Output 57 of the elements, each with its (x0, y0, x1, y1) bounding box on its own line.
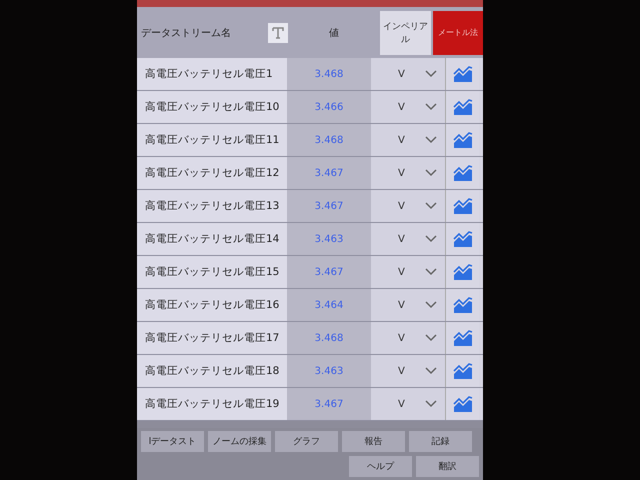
chevron-down-icon (425, 367, 437, 375)
chart-icon (452, 362, 472, 380)
stream-value: 3.467 (287, 256, 371, 288)
chevron-down-icon (425, 70, 437, 78)
stream-value: 3.467 (287, 190, 371, 222)
chevron-down-icon (425, 301, 437, 309)
text-icon (271, 26, 286, 40)
stream-value: 3.468 (287, 58, 371, 90)
stream-value: 3.463 (287, 355, 371, 387)
text-size-button[interactable] (268, 22, 288, 42)
chevron-down-icon (425, 334, 437, 342)
footer-button[interactable]: ヘルプ (349, 456, 412, 477)
stream-value: 3.467 (287, 157, 371, 189)
stream-name: 高電圧バッテリセル電圧11 (137, 124, 287, 156)
stream-name: 高電圧バッテリセル電圧18 (137, 355, 287, 387)
chart-icon (452, 296, 472, 314)
stream-name: 高電圧バッテリセル電圧14 (137, 223, 287, 255)
chart-icon (452, 230, 472, 248)
stream-name: 高電圧バッテリセル電圧10 (137, 91, 287, 123)
stream-name: 高電圧バッテリセル電圧16 (137, 289, 287, 321)
stream-name: 高電圧バッテリセル電圧13 (137, 190, 287, 222)
stream-value: 3.467 (287, 388, 371, 420)
chart-icon (452, 197, 472, 215)
chart-icon (452, 65, 472, 83)
column-header: データストリーム名 (140, 26, 232, 40)
stream-value: 3.464 (287, 289, 371, 321)
footer-button[interactable]: 報告 (342, 431, 405, 452)
chart-icon (452, 329, 472, 347)
chart-icon (452, 395, 472, 413)
stream-name: 高電圧バッテリセル電圧19 (137, 388, 287, 420)
chevron-down-icon (425, 235, 437, 243)
footer-button[interactable]: 記録 (409, 431, 472, 452)
footer-button[interactable]: lデータスト (141, 431, 204, 452)
chevron-down-icon (425, 103, 437, 111)
chevron-down-icon (425, 268, 437, 276)
stream-value: 3.468 (287, 322, 371, 354)
chart-icon (452, 164, 472, 182)
footer-button[interactable]: ノームの採集 (208, 431, 271, 452)
stream-value: 3.466 (287, 91, 371, 123)
stream-value: 3.463 (287, 223, 371, 255)
chevron-down-icon (425, 136, 437, 144)
chart-icon (452, 263, 472, 281)
unit-tab[interactable]: インペリアル (380, 10, 432, 54)
chevron-down-icon (425, 400, 437, 408)
chart-icon (452, 131, 472, 149)
unit-tab[interactable]: メートル法 (433, 10, 483, 54)
stream-name: 高電圧バッテリセル電圧1 (137, 58, 287, 90)
chart-icon (452, 98, 472, 116)
chevron-down-icon (425, 169, 437, 177)
stream-name: 高電圧バッテリセル電圧15 (137, 256, 287, 288)
stream-value: 3.468 (287, 124, 371, 156)
column-header: 値 (328, 26, 340, 40)
stream-name: 高電圧バッテリセル電圧12 (137, 157, 287, 189)
stream-name: 高電圧バッテリセル電圧17 (137, 322, 287, 354)
chevron-down-icon (425, 202, 437, 210)
footer-button[interactable]: グラフ (275, 431, 338, 452)
footer-button[interactable]: 翻訳 (416, 456, 479, 477)
